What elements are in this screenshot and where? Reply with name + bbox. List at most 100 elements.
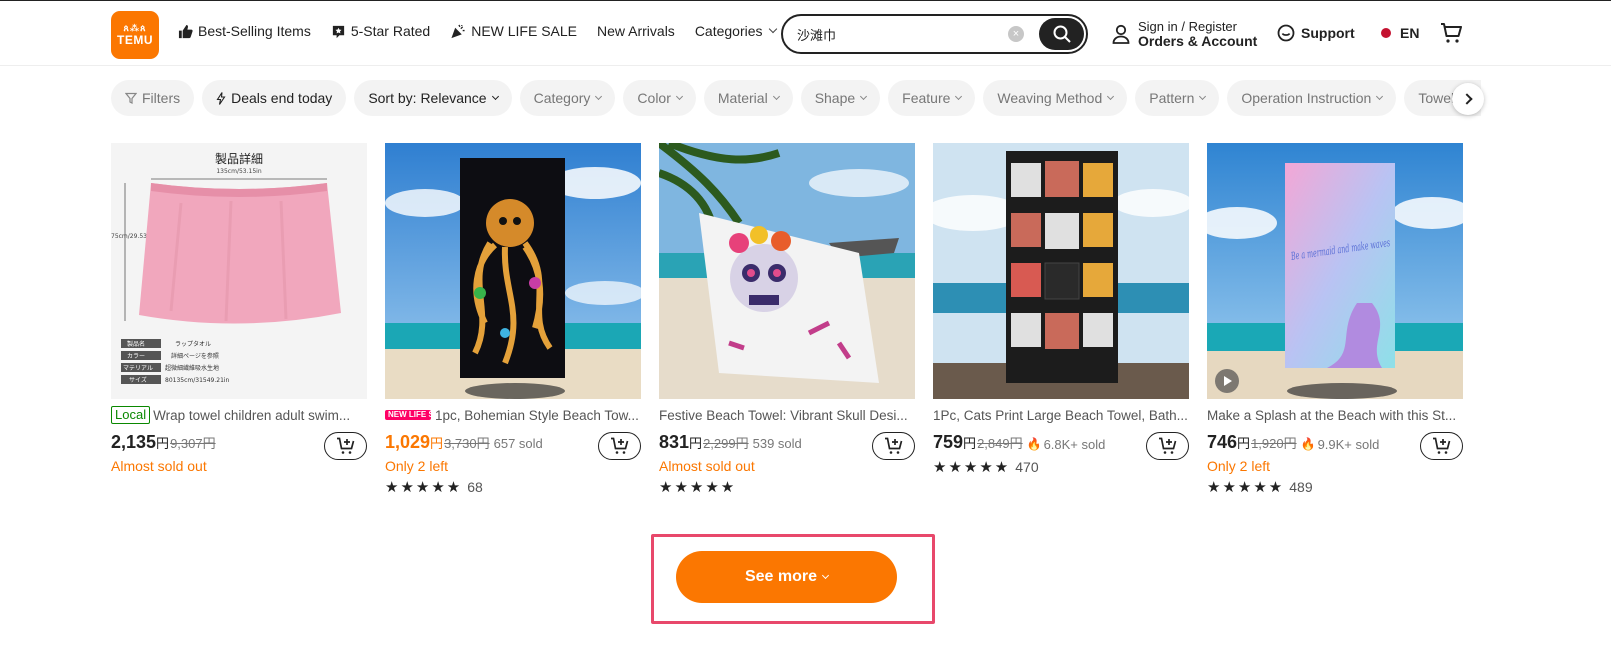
chevron-down-icon	[1199, 92, 1207, 100]
flame-icon: 🔥	[1026, 437, 1042, 451]
original-price: 9,307円	[170, 436, 216, 451]
product-card[interactable]: 製品詳細 135cm/53.15in 75cm/29.53in 製品名 ラップタオ…	[111, 143, 367, 496]
temu-logo[interactable]: ጰ⁂ጰ TEMU	[111, 11, 159, 59]
product-grid: 製品詳細 135cm/53.15in 75cm/29.53in 製品名 ラップタオ…	[111, 143, 1463, 496]
chevron-down-icon	[821, 571, 830, 579]
filters-chip[interactable]: Filters	[111, 80, 195, 116]
material-chip[interactable]: Material	[703, 80, 793, 116]
local-badge: Local	[111, 406, 151, 424]
svg-text:135cm/53.15in: 135cm/53.15in	[216, 168, 261, 175]
language-selector[interactable]: EN	[1381, 25, 1419, 41]
flag-icon	[1381, 28, 1391, 38]
svg-text:詳細ページを参照: 詳細ページを参照	[171, 352, 219, 360]
pattern-chip[interactable]: Pattern	[1135, 80, 1220, 116]
add-to-cart-button[interactable]	[324, 432, 367, 460]
search-icon	[1053, 25, 1071, 43]
nav-new-arrivals[interactable]: New Arrivals	[597, 23, 675, 39]
account-text: Sign in / Register Orders & Account	[1138, 19, 1257, 49]
shape-chip[interactable]: Shape	[800, 80, 881, 116]
chip-label: Weaving Method	[997, 90, 1103, 106]
nav-best-selling[interactable]: Best-Selling Items	[178, 23, 311, 39]
star-rating-icon: ★★★★★	[385, 479, 463, 496]
chevron-down-icon	[595, 92, 603, 100]
product-image[interactable]: 製品詳細 135cm/53.15in 75cm/29.53in 製品名 ラップタオ…	[111, 143, 367, 399]
account-menu[interactable]: Sign in / Register Orders & Account	[1112, 19, 1257, 49]
chip-label: Color	[637, 90, 671, 106]
product-title-text: Festive Beach Towel: Vibrant Skull Desi.…	[659, 407, 908, 423]
add-to-cart-button[interactable]	[872, 432, 915, 460]
price-row: 746円 1,920円 🔥 9.9K+ sold	[1207, 432, 1463, 460]
nav-label: Categories	[694, 23, 763, 39]
sort-chip[interactable]: Sort by: Relevance	[354, 80, 512, 116]
product-card[interactable]: Be a mermaid and make waves Make a Splas…	[1207, 143, 1463, 496]
play-video-icon[interactable]	[1215, 369, 1239, 393]
svg-text:製品名: 製品名	[127, 340, 145, 348]
product-card[interactable]: Festive Beach Towel: Vibrant Skull Desi.…	[659, 143, 915, 496]
sold-count: 657 sold	[493, 436, 543, 451]
chip-label: Deals end today	[231, 90, 333, 106]
add-to-cart-button[interactable]	[1420, 432, 1463, 460]
nav-new-life-sale[interactable]: NEW LIFE SALE	[450, 23, 577, 39]
weaving-method-chip[interactable]: Weaving Method	[983, 80, 1128, 116]
product-title-text: 1Pc, Cats Print Large Beach Towel, Bath.…	[933, 407, 1188, 423]
feature-chip[interactable]: Feature	[888, 80, 976, 116]
rating: ★★★★★ 470	[933, 458, 1189, 476]
star-rating-icon: ★★★★★	[933, 459, 1011, 476]
add-to-cart-button[interactable]	[598, 432, 641, 460]
stock-urgency: Almost sold out	[111, 458, 207, 474]
funnel-icon	[125, 92, 137, 104]
svg-text:ラップタオル: ラップタオル	[175, 340, 211, 348]
chip-label: Shape	[814, 90, 856, 106]
search-bar: ×	[781, 14, 1088, 54]
price-row: 831円 2,299円 539 sold	[659, 432, 915, 460]
nav-label: New Arrivals	[597, 23, 675, 39]
octopus-towel-image	[385, 143, 641, 399]
add-to-cart-button[interactable]	[1146, 432, 1189, 460]
sign-in-label: Sign in / Register	[1138, 19, 1237, 34]
see-more-label: See more	[744, 568, 818, 585]
category-chip[interactable]: Category	[519, 80, 616, 116]
product-price: 2,135円	[111, 432, 170, 452]
pink-wrap-towel-image: 製品詳細 135cm/53.15in 75cm/29.53in 製品名 ラップタオ…	[111, 143, 367, 399]
add-cart-icon	[1158, 437, 1176, 454]
product-image[interactable]: Be a mermaid and make waves	[1207, 143, 1463, 399]
lightning-icon	[216, 91, 226, 105]
top-header: ጰ⁂ጰ TEMU Best-Selling Items 5-Star Rated…	[0, 0, 1611, 66]
product-title[interactable]: Festive Beach Towel: Vibrant Skull Desi.…	[659, 406, 915, 424]
original-price: 2,299円	[703, 436, 749, 451]
product-card[interactable]: NEW LIFE SALE 1pc, Bohemian Style Beach …	[385, 143, 641, 496]
price-row: 2,135円 9,307円	[111, 432, 367, 460]
product-title[interactable]: 1Pc, Cats Print Large Beach Towel, Bath.…	[933, 406, 1189, 424]
svg-text:80135cm/31549.21in: 80135cm/31549.21in	[165, 377, 230, 384]
see-more-button[interactable]: See more	[676, 551, 897, 603]
product-title-text: 1pc, Bohemian Style Beach Tow...	[435, 407, 639, 423]
chip-label: Material	[717, 90, 768, 106]
product-image[interactable]	[933, 143, 1189, 399]
color-chip[interactable]: Color	[623, 80, 696, 116]
operation-instruction-chip[interactable]: Operation Instruction	[1227, 80, 1397, 116]
product-title[interactable]: Make a Splash at the Beach with this St.…	[1207, 406, 1463, 424]
cart-icon	[1441, 23, 1462, 43]
deals-end-today-chip[interactable]: Deals end today	[202, 80, 347, 116]
clear-search-icon[interactable]: ×	[1008, 26, 1024, 42]
cart-button[interactable]	[1440, 22, 1462, 49]
product-card[interactable]: 1Pc, Cats Print Large Beach Towel, Bath.…	[933, 143, 1189, 496]
product-image[interactable]	[659, 143, 915, 399]
product-title[interactable]: NEW LIFE SALE 1pc, Bohemian Style Beach …	[385, 406, 641, 424]
chevron-down-icon	[1107, 92, 1115, 100]
cats-towel-image	[933, 143, 1189, 399]
stock-urgency: Almost sold out	[659, 458, 755, 474]
nav-five-star[interactable]: 5-Star Rated	[331, 23, 430, 39]
search-button[interactable]	[1039, 18, 1084, 50]
chevron-down-icon	[860, 92, 868, 100]
support-link[interactable]: Support	[1277, 24, 1355, 42]
search-input[interactable]	[797, 26, 1007, 42]
sold-count: 🔥 9.9K+ sold	[1300, 436, 1380, 452]
scroll-filters-right-button[interactable]	[1452, 83, 1484, 115]
language-label: EN	[1400, 25, 1420, 41]
chip-label: Filters	[142, 90, 181, 106]
product-title[interactable]: Local Wrap towel children adult swim...	[111, 406, 367, 424]
product-image[interactable]	[385, 143, 641, 399]
chip-label: Feature	[902, 90, 951, 106]
nav-categories[interactable]: Categories	[694, 23, 777, 39]
